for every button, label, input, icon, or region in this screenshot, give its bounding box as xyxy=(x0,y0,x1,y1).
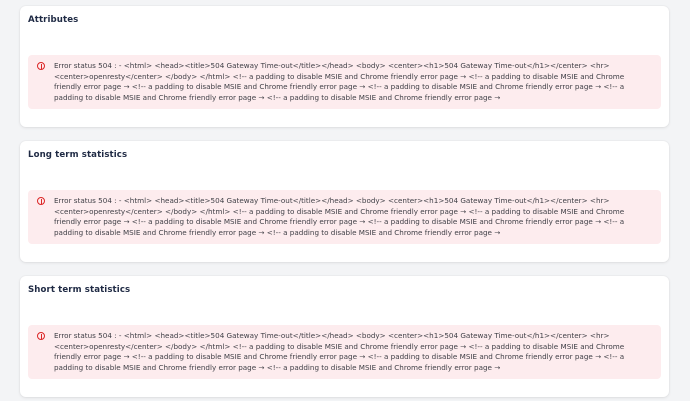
error-message: Error status 504 : - <html> <head><title… xyxy=(54,331,625,372)
page: Attributes Error status 504 : - <html> <… xyxy=(0,0,690,401)
card-title: Long term statistics xyxy=(28,150,128,160)
error-message: Error status 504 : - <html> <head><title… xyxy=(54,196,625,237)
error-icon xyxy=(37,332,45,340)
card-title: Short term statistics xyxy=(28,285,131,295)
long-term-statistics-card: Long term statistics Error status 504 : … xyxy=(20,141,669,262)
short-term-statistics-card: Short term statistics Error status 504 :… xyxy=(20,276,669,397)
error-alert: Error status 504 : - <html> <head><title… xyxy=(28,190,661,244)
error-icon xyxy=(37,197,45,205)
attributes-card: Attributes Error status 504 : - <html> <… xyxy=(20,6,669,127)
error-alert: Error status 504 : - <html> <head><title… xyxy=(28,325,661,379)
card-title: Attributes xyxy=(28,15,79,25)
error-icon xyxy=(37,62,45,70)
error-alert: Error status 504 : - <html> <head><title… xyxy=(28,55,661,109)
error-message: Error status 504 : - <html> <head><title… xyxy=(54,61,625,102)
